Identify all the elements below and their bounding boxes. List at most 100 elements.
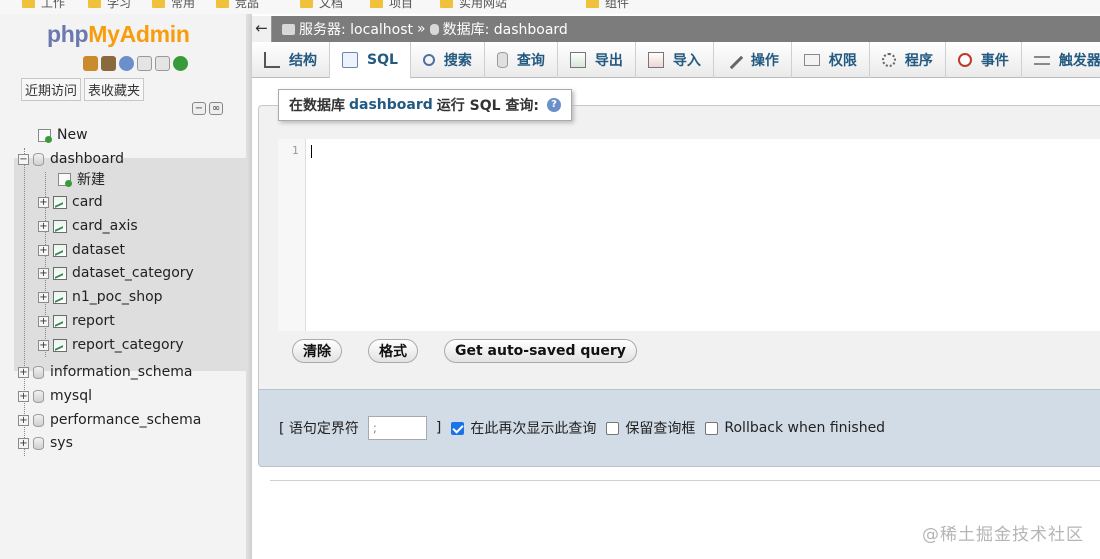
phpmyadmin-logo[interactable]: phpMyAdmin — [47, 21, 190, 48]
tree-item-table[interactable]: + report_category — [38, 334, 184, 356]
bookmark-item[interactable]: 学习 — [88, 0, 131, 11]
favorite-tables-button[interactable]: 表收藏夹 — [84, 78, 145, 101]
database-icon — [33, 152, 44, 166]
tree-item-table[interactable]: + report — [38, 310, 115, 332]
tree-item-table[interactable]: + card_axis — [38, 215, 138, 237]
divider — [270, 480, 1100, 481]
expand-icon[interactable]: + — [38, 220, 49, 232]
expand-icon[interactable]: + — [38, 291, 49, 303]
server-icon — [282, 23, 295, 35]
tab-operations[interactable]: 操作 — [714, 42, 792, 78]
folder-icon — [22, 0, 35, 8]
expand-icon[interactable]: + — [38, 315, 49, 327]
clock-icon — [957, 53, 972, 67]
tab-triggers[interactable]: 触发器 — [1022, 42, 1100, 78]
folder-icon — [88, 0, 101, 8]
text-cursor — [311, 145, 312, 158]
tree-item-database[interactable]: + mysql — [18, 385, 92, 407]
delimiter-label-close: ] — [435, 420, 442, 436]
logo-toolbar — [83, 56, 188, 71]
tree-item-table[interactable]: + dataset_category — [38, 262, 194, 284]
rollback-checkbox[interactable] — [705, 421, 719, 435]
sql-editor[interactable]: 1 — [278, 139, 1100, 331]
retain-query-box-label: 保留查询框 — [625, 421, 696, 437]
tab-search[interactable]: 搜索 — [411, 42, 485, 78]
collapse-icon[interactable]: − — [18, 153, 29, 165]
tab-import[interactable]: 导入 — [636, 42, 714, 78]
delimiter-input[interactable]: ; — [367, 416, 427, 440]
expand-icon[interactable]: + — [38, 196, 49, 208]
tree-item-new-table[interactable]: 新建 — [58, 168, 105, 190]
expand-icon[interactable]: + — [38, 267, 49, 279]
retain-query-box-checkbox[interactable] — [606, 421, 620, 435]
expand-icon[interactable]: + — [38, 339, 49, 351]
bookmark-item[interactable]: 常用 — [152, 0, 195, 11]
bookmark-item[interactable]: 实用网站 — [440, 0, 507, 11]
tab-privileges[interactable]: 权限 — [792, 42, 870, 78]
rollback-label: Rollback when finished — [724, 420, 886, 436]
format-button[interactable]: 格式 — [368, 339, 418, 363]
clear-button[interactable]: 清除 — [292, 339, 342, 363]
bookmark-item[interactable]: 竞品 — [216, 0, 259, 11]
tab-export[interactable]: 导出 — [558, 42, 636, 78]
legend-database-name: dashboard — [349, 97, 433, 113]
help-icon[interactable]: ? — [547, 98, 562, 112]
expand-icon[interactable]: + — [18, 414, 29, 426]
table-icon — [53, 220, 67, 233]
folder-icon — [370, 0, 383, 8]
expand-icon[interactable]: + — [18, 437, 29, 449]
watermark: @稀土掘金技术社区 — [922, 525, 1084, 545]
query-options: [ 语句定界符 ; ] 在此再次显示此查询 保留查询框 Rollback whe… — [258, 389, 1100, 467]
bookmark-item[interactable]: 工作 — [22, 0, 65, 11]
tree-controls: − ∞ — [192, 102, 223, 115]
tree-item-new[interactable]: New — [38, 124, 88, 146]
tree-item-table[interactable]: + card — [38, 191, 103, 213]
expand-icon[interactable]: + — [18, 390, 29, 402]
database-icon — [33, 389, 44, 403]
tree-item-table[interactable]: + n1_poc_shop — [38, 286, 163, 308]
collapse-all-icon[interactable]: − — [192, 102, 206, 115]
help-icon[interactable] — [119, 56, 134, 71]
expand-icon[interactable]: + — [18, 366, 29, 378]
expand-icon[interactable]: + — [38, 244, 49, 256]
tab-events[interactable]: 事件 — [946, 42, 1022, 78]
table-icon — [53, 291, 67, 304]
link-icon[interactable]: ∞ — [209, 102, 223, 115]
tree-item-database[interactable]: + sys — [18, 432, 73, 454]
breadcrumb-database[interactable]: 数据库: dashboard — [443, 19, 568, 39]
folder-icon — [440, 0, 453, 8]
bookmark-item[interactable]: 文档 — [300, 0, 343, 11]
recent-tables-button[interactable]: 近期访问 — [21, 78, 82, 101]
trigger-icon — [1033, 55, 1050, 65]
docs-icon[interactable] — [137, 56, 152, 71]
auto-saved-query-button[interactable]: Get auto-saved query — [444, 339, 637, 363]
tree-item-table[interactable]: + dataset — [38, 239, 125, 261]
breadcrumb-separator: » — [417, 21, 426, 37]
tree-item-database[interactable]: + performance_schema — [18, 409, 201, 431]
tab-query[interactable]: 查询 — [485, 42, 558, 78]
table-icon — [53, 267, 67, 280]
sidebar-resize-handle[interactable] — [246, 14, 252, 559]
database-icon — [33, 413, 44, 427]
delimiter-label: [ 语句定界符 — [279, 421, 359, 437]
logout-icon[interactable] — [101, 56, 116, 71]
back-arrow-icon[interactable]: ← — [252, 16, 272, 42]
database-icon — [33, 365, 44, 379]
home-icon[interactable] — [83, 56, 98, 71]
show-query-again-checkbox[interactable] — [451, 421, 465, 435]
reload-icon[interactable] — [173, 56, 188, 71]
tab-structure[interactable]: 结构 — [252, 42, 330, 78]
tab-routines[interactable]: 程序 — [870, 42, 946, 78]
settings-icon[interactable] — [155, 56, 170, 71]
tree-item-database[interactable]: + information_schema — [18, 361, 193, 383]
tab-sql[interactable]: SQL — [330, 42, 411, 79]
database-icon — [429, 23, 439, 35]
breadcrumb-server[interactable]: 服务器: localhost — [299, 19, 413, 39]
wrench-icon — [724, 50, 744, 70]
import-icon — [647, 52, 664, 68]
tree-item-database[interactable]: − dashboard — [18, 148, 124, 170]
privileges-icon — [803, 54, 820, 66]
bookmark-item[interactable]: 组件 — [586, 0, 629, 11]
main-tabs: 结构 SQL 搜索 查询 导出 导入 操作 权限 程序 事件 触发器 — [252, 42, 1100, 79]
bookmark-item[interactable]: 项目 — [370, 0, 413, 11]
